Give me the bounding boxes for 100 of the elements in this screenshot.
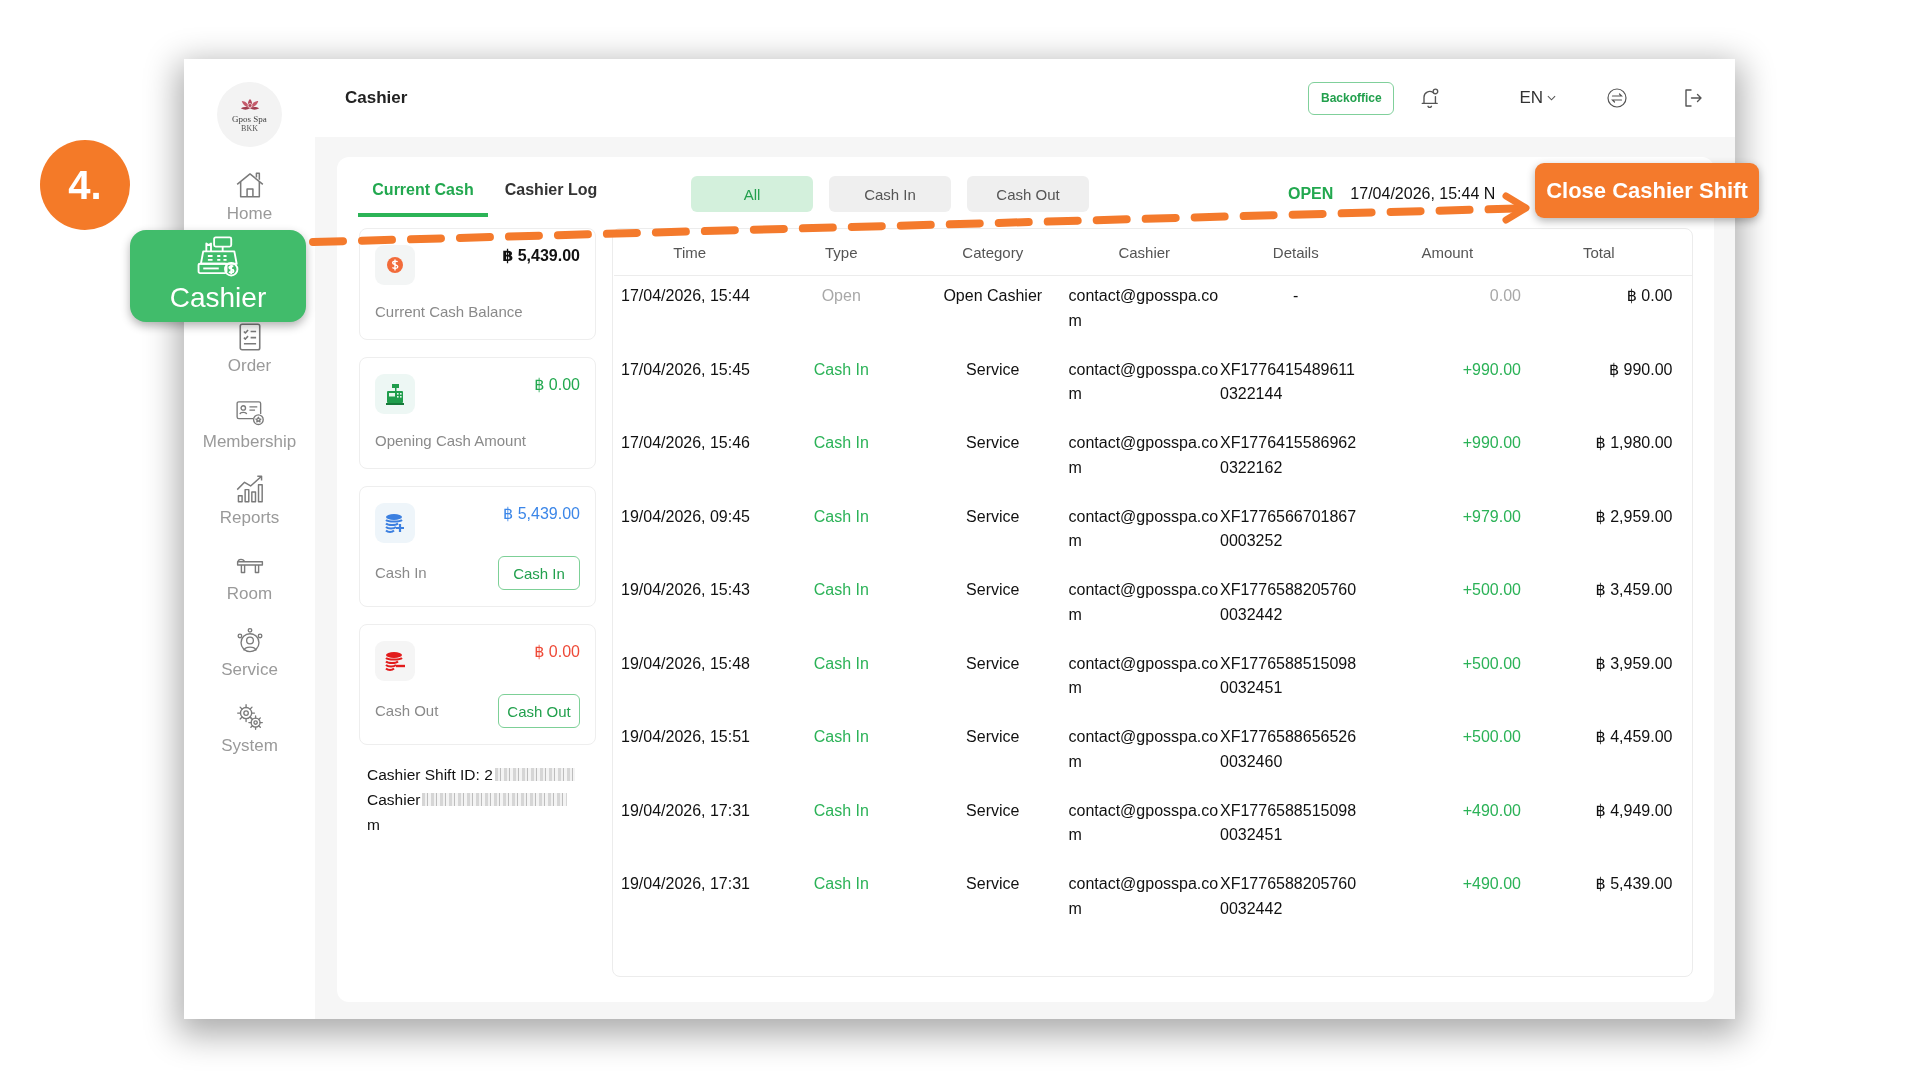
table-cell-text: +990.00 <box>1461 359 1522 380</box>
table-cell-text: Service <box>965 359 1021 380</box>
sidebar-item[interactable]: Reports <box>184 475 315 529</box>
table-cell-text: ฿ 3,459.00 <box>1594 580 1674 600</box>
tab[interactable]: Cashier Log <box>488 176 614 217</box>
table-cell-text: contact@gposspa.com <box>1068 800 1220 845</box>
sidebar-item[interactable]: Service <box>184 627 315 681</box>
table-cell-text: Service <box>965 506 1021 527</box>
shift-info-text: m <box>367 815 380 835</box>
card-amount: ฿ 0.00 <box>534 642 580 662</box>
table-cell-text: 0.00 <box>1488 286 1522 306</box>
column-header: Time <box>672 243 708 261</box>
table-cell-text: 17/04/2026, 15:45 <box>620 359 751 380</box>
table-cell-text: +490.00 <box>1461 874 1522 894</box>
tab[interactable]: Current Cash <box>358 176 488 217</box>
chevron-down-icon <box>1547 95 1556 101</box>
table-cell-text: ฿ 3,959.00 <box>1594 653 1674 674</box>
table-cell-text: ฿ 4,949.00 <box>1594 800 1674 821</box>
bar-chart-icon <box>235 475 264 503</box>
table-cell-text: XF17765667018670003252 <box>1220 506 1358 551</box>
settings-icon <box>235 703 264 731</box>
table-cell-text: Open Cashier <box>942 286 1044 306</box>
sidebar-item[interactable]: Cashier <box>130 230 306 322</box>
table-cell-text: Open <box>820 286 862 306</box>
swap-icon[interactable] <box>1607 88 1627 108</box>
table-cell-text: Service <box>965 433 1021 453</box>
person-icon <box>235 627 264 655</box>
sidebar-item[interactable]: Room <box>184 551 315 605</box>
card-amount: ฿ 0.00 <box>534 375 580 395</box>
card-amount: ฿ 5,439.00 <box>503 504 580 524</box>
table-cell-text: Cash In <box>812 580 870 600</box>
table-cell-text: Cash In <box>812 874 870 894</box>
table-cell-text: Service <box>965 800 1021 821</box>
sidebar-item[interactable]: Order <box>184 323 315 377</box>
table-cell-text: contact@gposspa.com <box>1068 727 1220 772</box>
table-cell-text: ฿ 4,459.00 <box>1594 727 1674 747</box>
home-icon <box>235 171 264 199</box>
table-cell-text: 19/04/2026, 15:43 <box>620 580 751 600</box>
sidebar-item[interactable]: Membership <box>184 399 315 453</box>
card-action-button[interactable]: Cash In <box>498 556 580 590</box>
table-cell-text: Cash In <box>812 506 870 527</box>
table-cell-text: XF17765885150980032451 <box>1220 800 1358 845</box>
filter-button[interactable]: Cash In <box>829 176 951 212</box>
table-cell-text: ฿ 2,959.00 <box>1594 506 1674 527</box>
logout-icon[interactable] <box>1683 88 1703 108</box>
table-cell-text: XF17765885150980032451 <box>1220 653 1358 698</box>
backoffice-button[interactable]: Backoffice <box>1308 81 1395 115</box>
table-cell-text: +500.00 <box>1461 580 1522 600</box>
table-cell-text: +979.00 <box>1461 506 1522 527</box>
table-cell-text: contact@gposspa.com <box>1068 359 1220 404</box>
sidebar-item[interactable]: System <box>184 703 315 757</box>
sidebar-item[interactable]: Home <box>184 171 315 225</box>
table-cell-text: Service <box>965 727 1021 747</box>
table-cell-text: 17/04/2026, 15:46 <box>620 433 751 453</box>
card-action-button[interactable]: Cash Out <box>498 694 580 728</box>
table-cell-text: XF17765882057600032442 <box>1220 580 1358 625</box>
column-header: Cashier <box>1117 243 1172 261</box>
coin-stack-plus-icon <box>375 503 415 543</box>
shift-state: OPEN <box>1288 185 1334 203</box>
table-cell-text: +500.00 <box>1461 727 1522 747</box>
table-cell-text: 17/04/2026, 15:44 <box>620 286 751 306</box>
table-cell-text: Cash In <box>812 359 870 380</box>
table-cell-text: Cash In <box>812 800 870 821</box>
table-cell-text: 19/04/2026, 09:45 <box>620 506 751 527</box>
filter-button[interactable]: Cash Out <box>967 176 1089 212</box>
card-label: Opening Cash Amount <box>375 431 526 451</box>
table-cell-text: ฿ 1,980.00 <box>1594 433 1674 453</box>
table-cell-text: contact@gposspa.com <box>1068 506 1220 551</box>
table-cell-text: XF17764155869620322162 <box>1220 433 1358 478</box>
close-shift-button[interactable]: Close Cashier Shift <box>1535 163 1759 218</box>
shift-info-text: Cashier Shift ID: 2 <box>367 765 493 785</box>
table-cell-text: 19/04/2026, 17:31 <box>620 800 751 821</box>
column-header: Total <box>1581 243 1616 261</box>
table-cell-text: +990.00 <box>1461 433 1522 453</box>
table-cell-text: contact@gposspa.com <box>1068 874 1220 919</box>
table-cell-text: XF17764154896110322144 <box>1220 359 1356 404</box>
table-cell-text: 19/04/2026, 17:31 <box>620 874 751 894</box>
card-label: Cash In <box>375 563 427 583</box>
coin-icon <box>375 245 415 285</box>
table-cell-text: +500.00 <box>1461 653 1522 674</box>
table-cell-text: contact@gposspa.com <box>1068 653 1220 698</box>
table-cell-text: ฿ 990.00 <box>1607 359 1674 380</box>
cash-register-icon <box>197 235 239 277</box>
table-cell-text: Service <box>965 580 1021 600</box>
table-cell-text: 19/04/2026, 15:48 <box>620 653 751 674</box>
card-label: Cash Out <box>375 701 439 721</box>
table-cell-text: XF17765882057600032442 <box>1220 874 1358 919</box>
shift-opened-time: 17/04/2026, 15:44 N <box>1350 185 1496 203</box>
cash-register-icon <box>375 374 415 414</box>
card-amount: ฿ 5,439.00 <box>502 246 580 266</box>
card-label: Current Cash Balance <box>375 302 523 322</box>
notification-bell-icon[interactable] <box>1421 88 1440 108</box>
table-cell-text: Cash In <box>812 727 870 747</box>
step-badge: 4. <box>40 140 130 230</box>
language-select[interactable]: EN <box>1519 88 1556 108</box>
filter-button[interactable]: All <box>691 176 813 212</box>
column-header: Type <box>824 243 859 261</box>
table-cell-text: contact@gposspa.com <box>1068 580 1220 625</box>
table-cell-text: ฿ 5,439.00 <box>1594 874 1674 894</box>
coin-stack-minus-icon <box>375 641 415 681</box>
